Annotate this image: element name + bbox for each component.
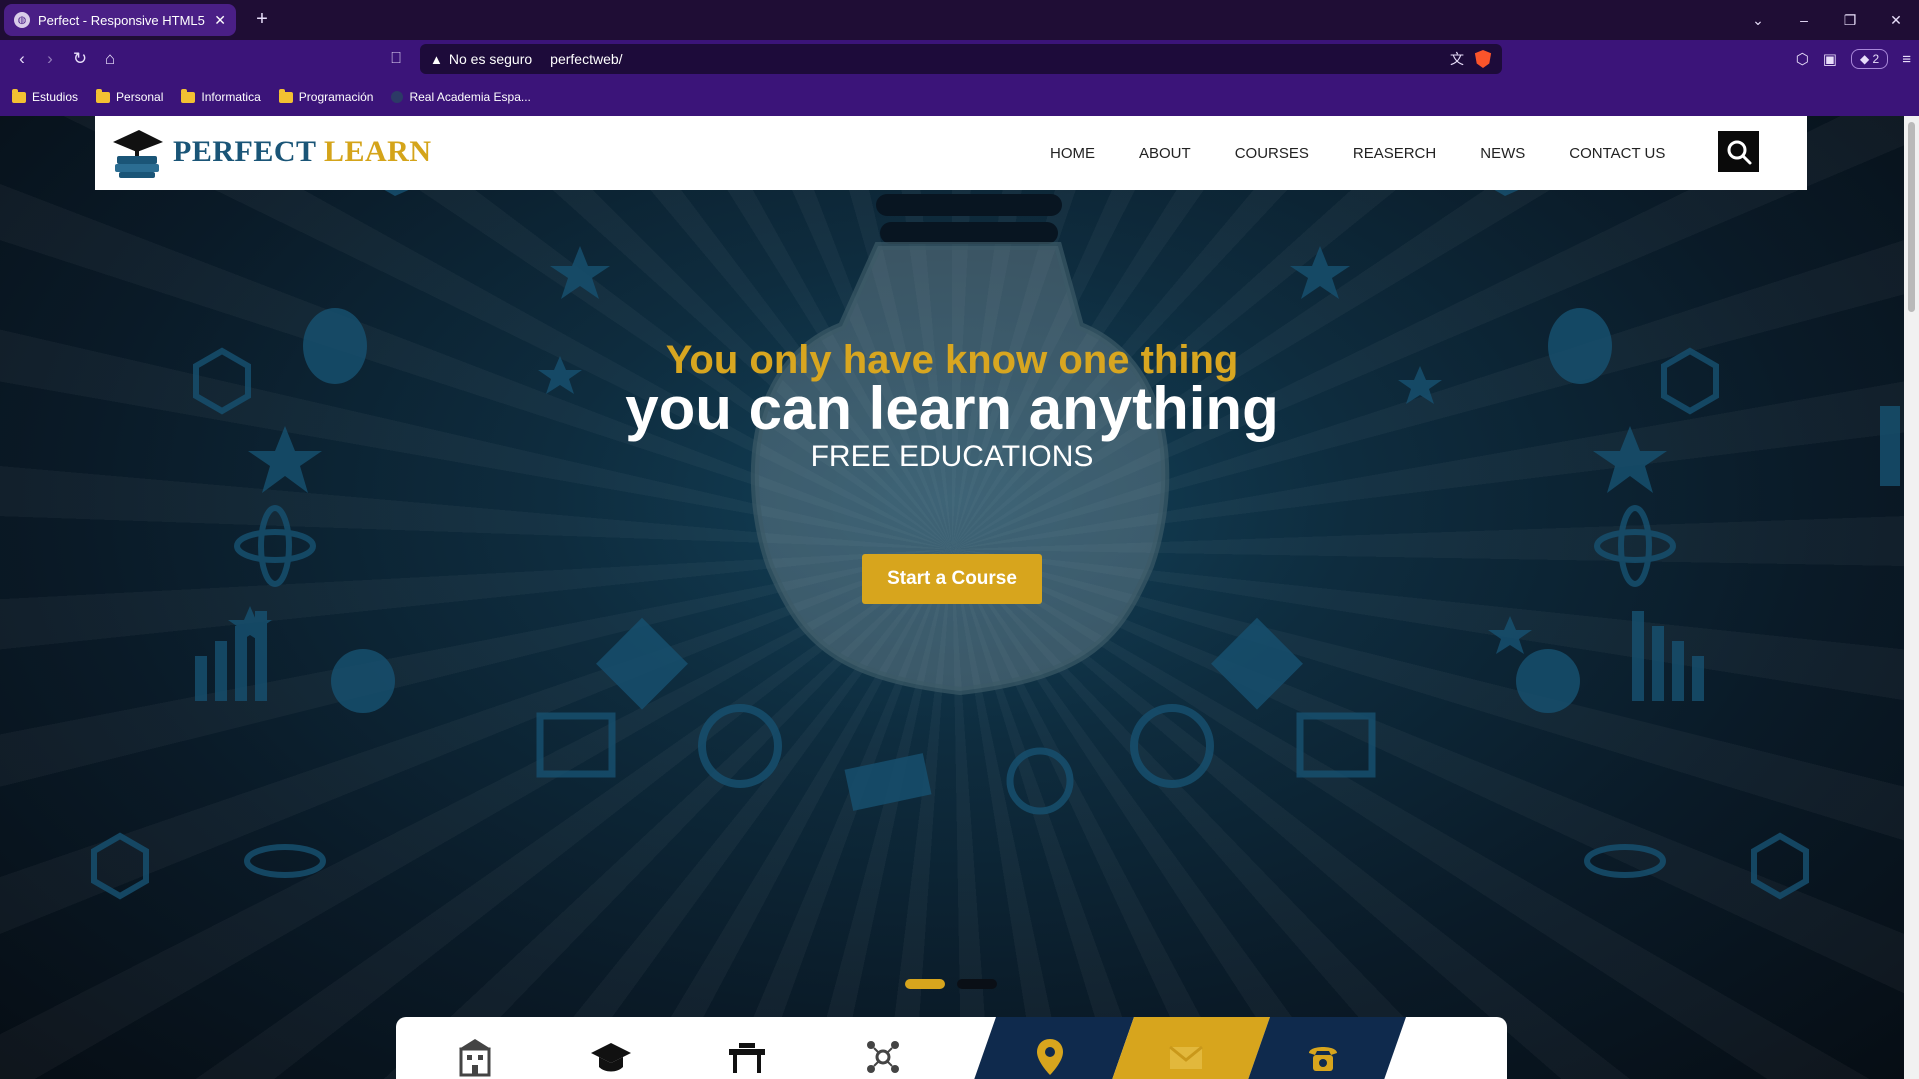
folder-icon — [278, 88, 293, 103]
close-tab-icon[interactable]: ✕ — [214, 12, 226, 29]
url-text[interactable]: perfectweb/ — [550, 51, 1450, 67]
slide-dot-2[interactable] — [957, 979, 997, 989]
tab-title: Perfect - Responsive HTML5 Te — [38, 12, 207, 28]
bookmark-programacion[interactable]: Programación — [278, 88, 374, 104]
back-icon[interactable]: ‹ — [10, 47, 34, 71]
close-window-icon[interactable]: ✕ — [1873, 12, 1919, 29]
folder-icon — [181, 88, 196, 103]
phone-icon[interactable] — [1301, 1035, 1345, 1079]
site-header: PERFECT LEARN HOME ABOUT COURSES REASERC… — [95, 116, 1807, 190]
extensions-icon[interactable]: ⬡ — [1796, 50, 1809, 68]
bookmark-label: Programación — [298, 90, 374, 104]
desk-icon[interactable] — [725, 1035, 769, 1079]
slider-dots — [905, 979, 997, 989]
search-button[interactable] — [1718, 131, 1759, 172]
envelope-icon[interactable] — [1164, 1035, 1208, 1079]
brand-part-1: PERFECT — [173, 135, 316, 168]
bookmark-personal[interactable]: Personal — [96, 88, 164, 104]
brave-shields-icon[interactable] — [1474, 50, 1492, 68]
bookmarks-bar: Estudios Personal Informatica Programaci… — [0, 78, 1919, 116]
toolbar-right: ⬡ ▣ ◆ 2 ≡ — [1796, 44, 1911, 74]
warning-icon: ▲ — [430, 51, 443, 67]
wallet-badge[interactable]: ◆ 2 — [1850, 49, 1889, 69]
reload-icon[interactable]: ↻ — [68, 47, 92, 71]
forward-icon[interactable]: › — [38, 47, 62, 71]
slide-dot-1[interactable] — [905, 979, 945, 989]
bookmark-informatica[interactable]: Informatica — [181, 88, 261, 104]
start-course-button[interactable]: Start a Course — [862, 554, 1042, 604]
graduation-cap-icon[interactable] — [589, 1035, 633, 1079]
bookmark-label: Real Academia Espa... — [409, 90, 531, 104]
badge-count: 2 — [1872, 52, 1880, 66]
bookmark-label: Personal — [116, 90, 164, 104]
main-nav: HOME ABOUT COURSES REASERCH NEWS CONTACT… — [1050, 116, 1665, 190]
brand-part-2: LEARN — [323, 135, 432, 168]
building-icon[interactable] — [453, 1035, 497, 1079]
site-logo[interactable]: PERFECT LEARN — [109, 124, 431, 180]
search-icon — [1727, 140, 1751, 164]
window-controls: ⌄ – ❐ ✕ — [1735, 0, 1919, 40]
brand-name: PERFECT LEARN — [173, 135, 431, 169]
browser-tab[interactable]: ◍ Perfect - Responsive HTML5 Te ✕ — [4, 4, 236, 36]
hero-subhead: FREE EDUCATIONS — [810, 440, 1094, 473]
bookmark-estudios[interactable]: Estudios — [12, 88, 79, 104]
nav-news[interactable]: NEWS — [1480, 145, 1525, 162]
tab-search-icon[interactable]: ⌄ — [1735, 12, 1781, 29]
translate-icon[interactable]: 文 — [1450, 49, 1464, 69]
nav-research[interactable]: REASERCH — [1353, 145, 1436, 162]
web-page: PERFECT LEARN HOME ABOUT COURSES REASERC… — [0, 116, 1904, 1079]
folder-icon — [12, 88, 26, 103]
folder-icon — [96, 88, 111, 103]
minimize-icon[interactable]: – — [1781, 12, 1827, 28]
security-label[interactable]: No es seguro — [449, 51, 532, 67]
bookmark-label: Informatica — [201, 90, 261, 104]
sidebar-icon[interactable]: ▣ — [1823, 50, 1837, 68]
bookmark-icon[interactable]: ⎕ — [386, 47, 406, 71]
scrollbar-thumb[interactable] — [1908, 122, 1915, 312]
nav-home[interactable]: HOME — [1050, 145, 1095, 162]
home-icon[interactable]: ⌂ — [98, 47, 122, 71]
info-bar — [396, 1017, 1507, 1079]
hero-headline: you can learn anything — [625, 375, 1279, 442]
site-icon — [391, 91, 404, 103]
nav-about[interactable]: ABOUT — [1139, 145, 1191, 162]
location-pin-icon[interactable] — [1028, 1035, 1072, 1079]
menu-icon[interactable]: ≡ — [1902, 51, 1911, 68]
globe-icon: ◍ — [14, 12, 30, 28]
page-scrollbar[interactable] — [1904, 116, 1919, 1079]
nav-contact[interactable]: CONTACT US — [1569, 145, 1665, 162]
browser-toolbar: ‹ › ↻ ⌂ ⎕ ▲ No es seguro perfectweb/ 文 ⬡… — [0, 40, 1919, 78]
books-graduation-cap-icon — [113, 130, 163, 178]
restore-icon[interactable]: ❐ — [1827, 12, 1873, 29]
nav-courses[interactable]: COURSES — [1235, 145, 1309, 162]
new-tab-button[interactable]: + — [250, 8, 274, 32]
address-bar[interactable]: ▲ No es seguro perfectweb/ 文 — [420, 44, 1502, 74]
network-icon[interactable] — [861, 1035, 905, 1079]
browser-tabstrip: ◍ Perfect - Responsive HTML5 Te ✕ + ⌄ – … — [0, 0, 1919, 40]
bookmark-rae[interactable]: Real Academia Espa... — [391, 90, 531, 104]
bookmark-label: Estudios — [32, 90, 79, 104]
